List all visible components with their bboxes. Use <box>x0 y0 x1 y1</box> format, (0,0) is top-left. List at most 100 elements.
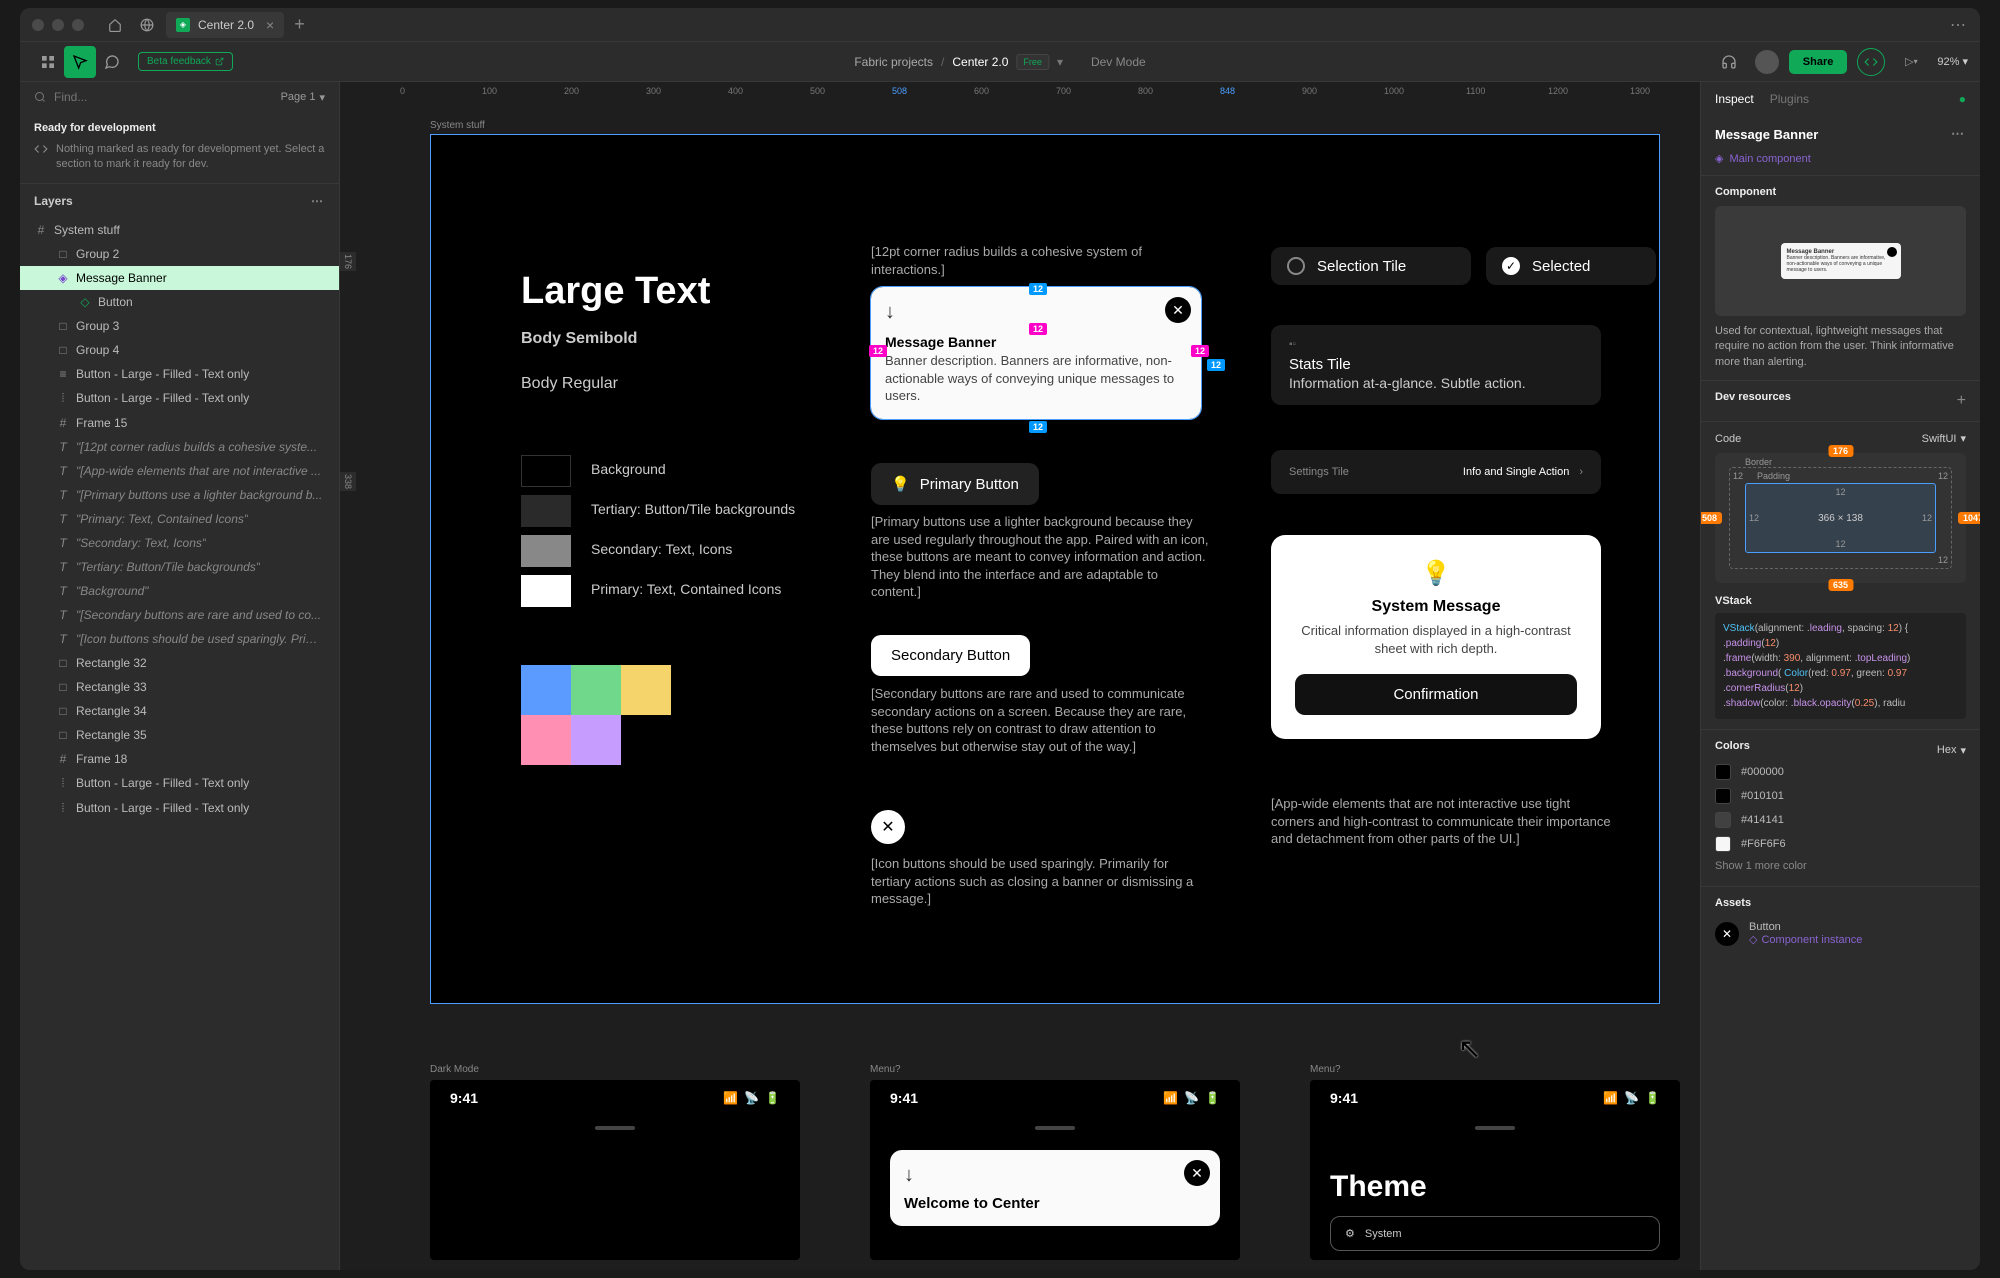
phone-frame-menu2[interactable]: 9:41📶📡🔋 Theme ⚙ System <box>1310 1080 1680 1260</box>
settings-tile[interactable]: Settings Tile Info and Single Action › <box>1271 450 1601 494</box>
dev-toggle-icon[interactable] <box>1857 48 1885 76</box>
inspect-tool-icon[interactable] <box>64 46 96 78</box>
component-instance-link[interactable]: ◇Component instance <box>1749 933 1862 946</box>
code-block[interactable]: VStack(alignment: .leading, spacing: 12)… <box>1715 613 1966 719</box>
close-icon[interactable]: ✕ <box>1184 1160 1210 1186</box>
home-icon[interactable] <box>102 12 128 38</box>
breadcrumb-project[interactable]: Fabric projects <box>854 55 933 69</box>
icon-button[interactable]: ✕ <box>871 810 905 844</box>
frame-label[interactable]: Menu? <box>1310 1064 1341 1075</box>
zoom-level[interactable]: 92% ▾ <box>1937 55 1968 68</box>
close-icon[interactable]: ✕ <box>1165 297 1191 323</box>
tab-inspect[interactable]: Inspect <box>1715 92 1754 106</box>
color-row[interactable]: #010101 <box>1715 784 1966 808</box>
layer-icon: T <box>56 608 70 622</box>
theme-option[interactable]: ⚙ System <box>1330 1216 1660 1251</box>
file-tab[interactable]: ◈ Center 2.0 × <box>166 12 284 38</box>
selected-tile[interactable]: ✓ Selected <box>1486 247 1656 285</box>
layer-item[interactable]: T"Secondary: Text, Icons" <box>20 531 339 555</box>
color-format-selector[interactable]: Hex▾ <box>1937 744 1966 757</box>
color-swatch <box>571 665 621 715</box>
beta-feedback-button[interactable]: Beta feedback <box>138 52 233 71</box>
canvas[interactable]: 0100200300400500508600700800848900100011… <box>340 82 1700 1270</box>
layer-item[interactable]: ⦙Button - Large - Filled - Text only <box>20 771 339 796</box>
code-lang-selector[interactable]: SwiftUI▾ <box>1922 432 1966 445</box>
layer-item[interactable]: ≡Button - Large - Filled - Text only <box>20 362 339 386</box>
frame-label[interactable]: Menu? <box>870 1064 901 1075</box>
more-icon[interactable]: ⋯ <box>1951 126 1966 142</box>
share-button[interactable]: Share <box>1789 50 1848 74</box>
layer-item[interactable]: #Frame 15 <box>20 411 339 435</box>
page-selector[interactable]: Page 1▾ <box>281 91 325 104</box>
color-row[interactable]: #000000 <box>1715 760 1966 784</box>
dev-mode-label[interactable]: Dev Mode <box>1091 55 1146 69</box>
layer-item[interactable]: T"[App-wide elements that are not intera… <box>20 459 339 483</box>
chevron-down-icon[interactable]: ▾ <box>1962 56 1968 68</box>
confirmation-button[interactable]: Confirmation <box>1295 674 1577 715</box>
selection-header: Message Banner ⋯ <box>1701 116 1980 152</box>
frame-label[interactable]: System stuff <box>430 120 485 131</box>
color-row[interactable]: #F6F6F6 <box>1715 832 1966 856</box>
web-icon[interactable] <box>134 12 160 38</box>
layer-label: Button - Large - Filled - Text only <box>76 367 249 381</box>
frame-label[interactable]: Dark Mode <box>430 1064 479 1075</box>
layer-label: System stuff <box>54 223 120 237</box>
breadcrumb-file[interactable]: Center 2.0 <box>952 55 1008 69</box>
show-more-colors[interactable]: Show 1 more color <box>1715 856 1966 876</box>
layer-item[interactable]: □Group 2 <box>20 242 339 266</box>
color-row[interactable]: #414141 <box>1715 808 1966 832</box>
layer-label: Rectangle 35 <box>76 728 147 742</box>
window-controls[interactable] <box>32 19 84 31</box>
asset-name: Button <box>1749 921 1862 933</box>
tab-plugins[interactable]: Plugins <box>1770 92 1809 106</box>
layer-item[interactable]: T"Primary: Text, Contained Icons" <box>20 507 339 531</box>
layer-item[interactable]: ⦙Button - Large - Filled - Text only <box>20 796 339 821</box>
phone-frame-dark[interactable]: 9:41📶📡🔋 <box>430 1080 800 1260</box>
stats-tile[interactable]: ▪▫ Stats Tile Information at-a-glance. S… <box>1271 325 1601 405</box>
layer-item[interactable]: ◇Button <box>20 290 339 314</box>
layer-item[interactable]: T"Tertiary: Button/Tile backgrounds" <box>20 555 339 579</box>
artboard-system[interactable]: Large Text Body Semibold Body Regular Ba… <box>430 134 1660 1004</box>
layer-item[interactable]: ⦙Button - Large - Filled - Text only <box>20 386 339 411</box>
menu-icon[interactable] <box>32 46 64 78</box>
layer-item[interactable]: □Rectangle 35 <box>20 723 339 747</box>
layer-item[interactable]: T"Background" <box>20 579 339 603</box>
add-icon[interactable]: + <box>1957 392 1966 410</box>
layer-item[interactable]: □Group 4 <box>20 338 339 362</box>
avatar[interactable] <box>1755 50 1779 74</box>
add-tab-icon[interactable]: + <box>294 14 305 35</box>
layer-item[interactable]: □Group 3 <box>20 314 339 338</box>
main-component-link[interactable]: ◈ Main component <box>1701 152 1980 175</box>
layer-item[interactable]: T"[Icon buttons should be used sparingly… <box>20 627 339 651</box>
layer-item[interactable]: □Rectangle 32 <box>20 651 339 675</box>
layers-menu-icon[interactable]: ⋯ <box>311 194 325 208</box>
layer-item[interactable]: ◈Message Banner <box>20 266 339 290</box>
ruler-vmark: 176 <box>340 252 356 271</box>
ruler-tick: 700 <box>1056 86 1071 96</box>
secondary-button[interactable]: Secondary Button <box>871 635 1030 676</box>
layer-icon: □ <box>56 680 70 694</box>
code-label: Code <box>1715 433 1741 445</box>
layer-item[interactable]: T"[Secondary buttons are rare and used t… <box>20 603 339 627</box>
chevron-down-icon[interactable]: ▾ <box>1057 55 1063 69</box>
search-input[interactable] <box>54 90 273 104</box>
layer-item[interactable]: #System stuff <box>20 218 339 242</box>
swatch-secondary <box>521 535 571 567</box>
system-message[interactable]: 💡 System Message Critical information di… <box>1271 535 1601 739</box>
layer-item[interactable]: □Rectangle 33 <box>20 675 339 699</box>
more-icon[interactable]: ⋯ <box>1950 15 1968 35</box>
phone-frame-menu1[interactable]: 9:41📶📡🔋 ✕ ↓ Welcome to Center <box>870 1080 1240 1260</box>
primary-button[interactable]: 💡 Primary Button <box>871 463 1039 505</box>
headphones-icon[interactable] <box>1713 46 1745 78</box>
layer-item[interactable]: T"[12pt corner radius builds a cohesive … <box>20 435 339 459</box>
layer-item[interactable]: □Rectangle 34 <box>20 699 339 723</box>
layer-item[interactable]: #Frame 18 <box>20 747 339 771</box>
message-banner[interactable]: ↓ ✕ Message Banner Banner description. B… <box>871 287 1201 419</box>
selection-tile[interactable]: Selection Tile <box>1271 247 1471 285</box>
comment-icon[interactable] <box>96 46 128 78</box>
body-regular-label: Body Regular <box>521 375 618 393</box>
asset-row[interactable]: ✕ Button ◇Component instance <box>1715 917 1966 950</box>
play-icon[interactable]: ▷▾ <box>1895 46 1927 78</box>
close-icon[interactable]: × <box>266 17 274 33</box>
layer-item[interactable]: T"[Primary buttons use a lighter backgro… <box>20 483 339 507</box>
